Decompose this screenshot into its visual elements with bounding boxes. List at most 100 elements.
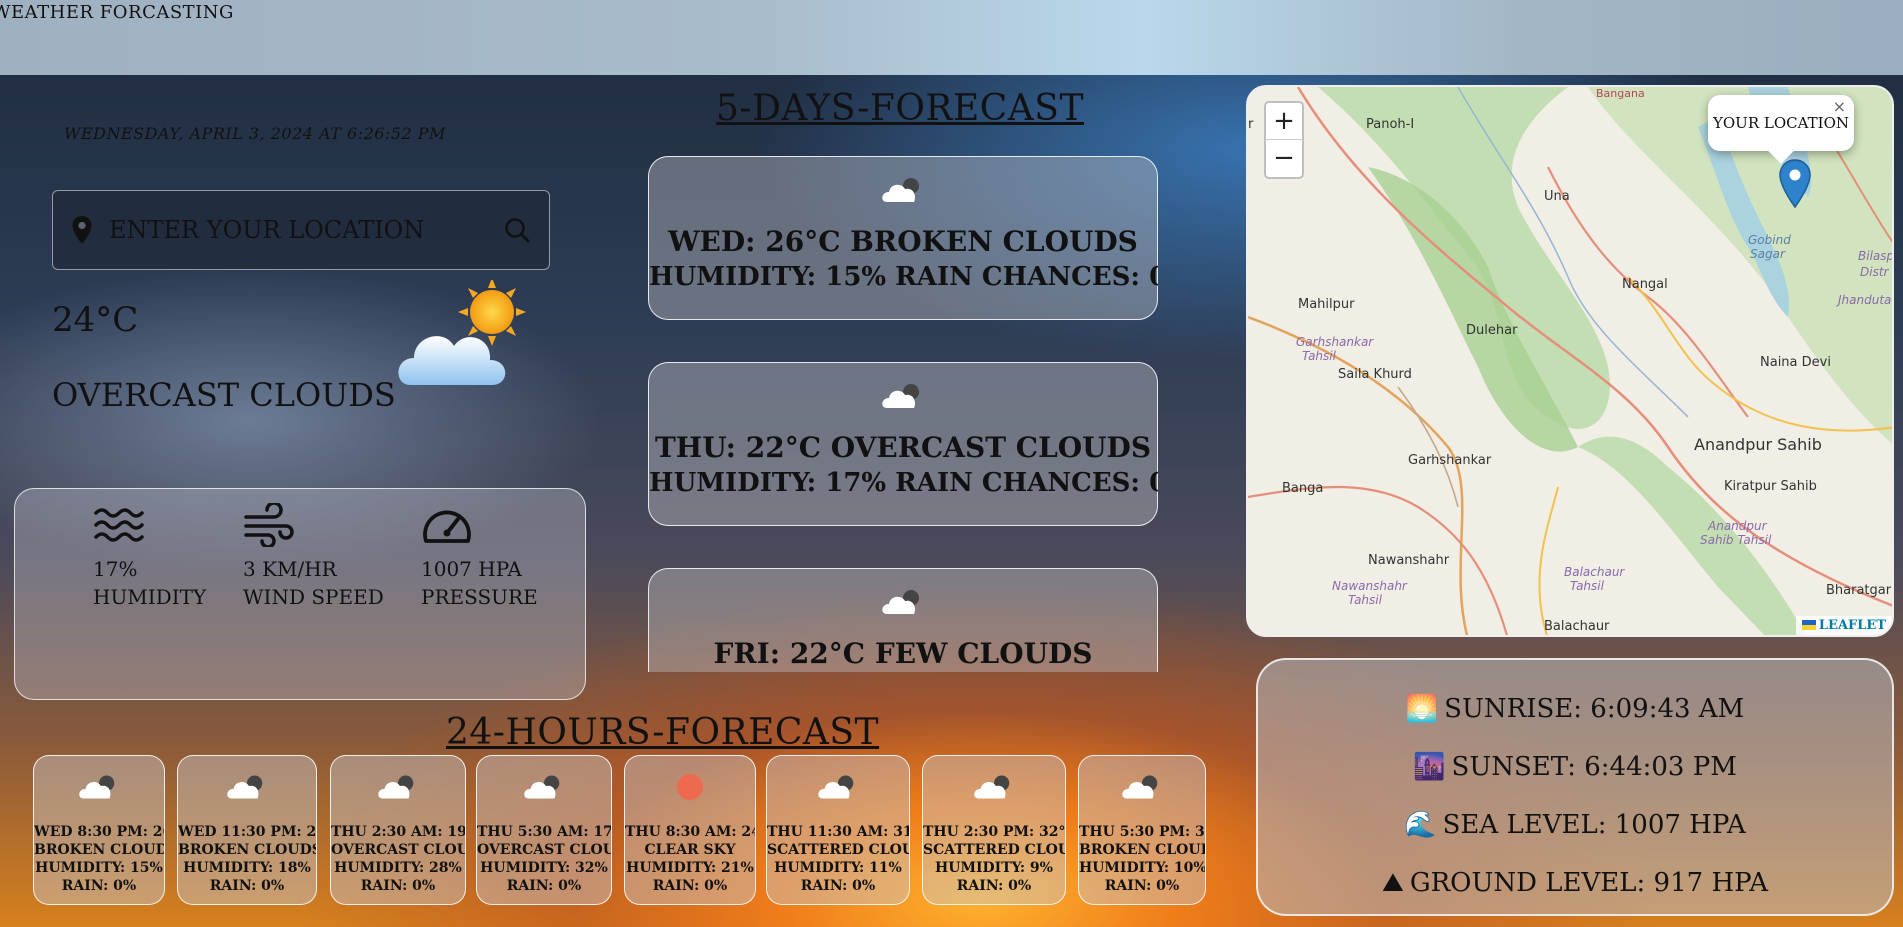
attribution-link[interactable]: Leaflet [1819, 618, 1886, 633]
sea-level-text: Sea Level: 1007 hPa [1442, 810, 1746, 840]
map-place-label: Tahsil [1570, 579, 1604, 593]
hourly-card: Thu 11:30 AM: 31°C scattered clouds Humidi… [766, 755, 910, 905]
hourly-humidity: Humidity: 10% [1079, 860, 1206, 876]
map-place-label: Panoh-I [1366, 117, 1415, 132]
map-place-label: Sagar [1750, 247, 1785, 261]
hourly-humidity: Humidity: 28% [334, 860, 462, 876]
zoom-out-button[interactable]: − [1266, 140, 1302, 177]
cloud-icon [524, 775, 560, 799]
hourly-card: Wed 8:30 PM: 26°C broken clouds Humidity: … [33, 755, 165, 905]
day-summary: Wed: 26°C broken clouds [668, 225, 1138, 258]
location-search-box[interactable] [52, 190, 550, 270]
map-place-label: Tahsil [1348, 593, 1382, 607]
map-place-label: Kiratpur Sahib [1724, 479, 1817, 494]
day-details: Humidity: 17% Rain Chances: 0% [649, 468, 1158, 498]
map-place-label: Naina Devi [1760, 355, 1831, 370]
map-attribution[interactable]: Leaflet [1795, 616, 1892, 635]
hourly-time-temp: Thu 8:30 AM: 24°C [625, 824, 755, 840]
map-place-label: Nawanshahr [1332, 579, 1407, 593]
cloud-icon [227, 775, 263, 799]
hourly-humidity: Humidity: 11% [774, 860, 902, 876]
location-pin-icon [72, 216, 92, 244]
app-title: Weather Forcasting [0, 2, 234, 23]
hourly-description: overcast clouds [331, 842, 465, 858]
map-zoom-control: + − [1264, 101, 1304, 179]
cloud-icon [818, 775, 854, 799]
hourly-humidity: Humidity: 9% [935, 860, 1053, 876]
map-place-label: Bharatgarh [1826, 583, 1894, 598]
hourly-card: Thu 5:30 PM: 30°C broken clouds Humidity: … [1078, 755, 1206, 905]
map-place-label: Banga [1282, 481, 1324, 496]
hourly-card: Thu 5:30 AM: 17°C overcast clouds Humidity… [476, 755, 612, 905]
hourly-description: scattered clouds [923, 842, 1065, 858]
ground-level-row: ⛰ Ground Level: 917 hPa [1258, 854, 1892, 912]
wind-icon [244, 503, 294, 547]
hourly-time-temp: Wed 8:30 PM: 26°C [34, 824, 164, 840]
pressure-value: 1007 hPa [421, 557, 522, 581]
humidity-label: Humidity [93, 585, 207, 609]
hourly-card: Thu 8:30 AM: 24°C clear sky Humidity: 21% R… [624, 755, 756, 905]
map-place-label: Tahsil [1302, 349, 1336, 363]
hourly-description: broken clouds [34, 842, 165, 858]
map-place-label: Jhanduta [1838, 293, 1892, 307]
popup-text: Your Location [1712, 114, 1849, 132]
search-icon[interactable] [503, 216, 531, 244]
cloud-icon [882, 384, 919, 408]
map-place-label: Nangal [1622, 277, 1668, 292]
map-place-label: Anandpur [1708, 519, 1767, 533]
hourly-rain: Rain: 0% [61, 878, 137, 894]
map-place-label: Bilasp [1858, 249, 1894, 263]
top-bar: Weather Forcasting [0, 0, 1903, 75]
map-place-label: Balachaur [1564, 565, 1625, 579]
hourly-description: scattered clouds [767, 842, 909, 858]
hourly-time-temp: Thu 2:30 PM: 32°C [923, 824, 1066, 840]
hourly-rain: Rain: 0% [506, 878, 582, 894]
wind-stat: 3 km/hr Wind Speed [243, 503, 384, 609]
hourly-rain: Rain: 0% [956, 878, 1032, 894]
humidity-value: 17% [93, 557, 138, 581]
cloud-icon [882, 178, 919, 202]
five-day-forecast-list[interactable]: Wed: 26°C broken clouds Humidity: 15% Ra… [648, 152, 1158, 672]
hourly-humidity: Humidity: 15% [35, 860, 163, 876]
popup-close-button[interactable]: × [1833, 97, 1846, 116]
map-place-label: Saila Khurd [1338, 367, 1412, 382]
current-description: Overcast Clouds [52, 376, 396, 414]
hourly-description: overcast clouds [477, 842, 611, 858]
sun-behind-cloud-icon [398, 280, 526, 385]
wind-label: Wind Speed [243, 585, 384, 609]
day-card: Wed: 26°C broken clouds Humidity: 15% Ra… [648, 156, 1158, 320]
hourly-card: Thu 2:30 PM: 32°C scattered clouds Humidit… [922, 755, 1066, 905]
map-marker-icon[interactable] [1778, 159, 1812, 209]
hourly-card: Thu 2:30 AM: 19°C overcast clouds Humidity… [330, 755, 466, 905]
current-temperature: 24°C [52, 300, 139, 340]
location-search-input[interactable] [109, 216, 503, 244]
cloud-icon [974, 775, 1010, 799]
ukraine-flag-icon [1801, 620, 1816, 630]
hourly-rain: Rain: 0% [360, 878, 436, 894]
sunrise-row: 🌅 Sunrise: 6:09:43 AM [1258, 680, 1892, 738]
map-place-label: Balachaur [1544, 619, 1610, 634]
sunrise-icon: 🌅 [1405, 694, 1439, 724]
cloud-icon [1122, 775, 1158, 799]
sun-details-panel: 🌅 Sunrise: 6:09:43 AM 🌆 Sunset: 6:44:03 … [1256, 658, 1894, 916]
sunset-row: 🌆 Sunset: 6:44:03 PM [1258, 738, 1892, 796]
map-place-label: Mahilpur [1298, 297, 1355, 312]
location-map[interactable]: Bangana Panoh-I Una Gobind Sagar Bilasp … [1246, 85, 1894, 637]
hourly-description: clear sky [644, 842, 736, 858]
wind-value: 3 km/hr [243, 557, 337, 581]
hourly-humidity: Humidity: 18% [183, 860, 311, 876]
sunset-icon: 🌆 [1413, 752, 1446, 782]
sunset-text: Sunset: 6:44:03 PM [1451, 752, 1737, 782]
day-summary: Thu: 22°C overcast clouds [654, 431, 1152, 464]
map-place-label: Gobind [1748, 233, 1791, 247]
hourly-rain: Rain: 0% [652, 878, 728, 894]
hourly-rain: Rain: 0% [209, 878, 285, 894]
map-place-label: Anandpur Sahib [1694, 435, 1822, 454]
map-place-label: Distr [1860, 265, 1889, 279]
pressure-stat: 1007 hPa Pressure [421, 503, 538, 609]
sun-icon [677, 774, 703, 800]
hourly-description: broken clouds [178, 842, 317, 858]
hourly-rain: Rain: 0% [800, 878, 876, 894]
day-details: Humidity: 15% Rain Chances: 0% [649, 262, 1158, 292]
zoom-in-button[interactable]: + [1266, 103, 1302, 140]
